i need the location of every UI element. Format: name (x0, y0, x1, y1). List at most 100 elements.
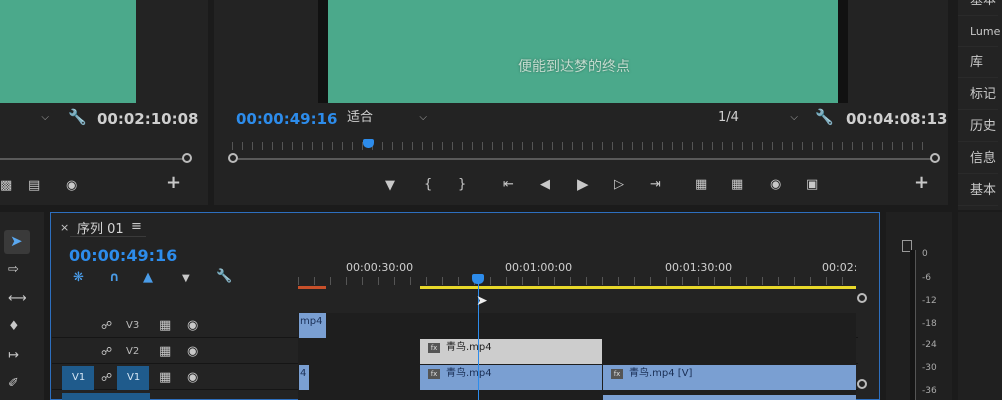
step-back-icon[interactable]: ◀ (540, 178, 550, 192)
add-marker-icon[interactable]: ▼ (182, 272, 190, 286)
ruler-tick-label: 00:01:00:00 (505, 261, 573, 274)
ruler-tick-label: 00:01:30:00 (665, 261, 733, 274)
track-name: V2 (126, 346, 140, 357)
camera-icon[interactable]: ◉ (770, 178, 781, 192)
track-name: V1 (127, 372, 141, 383)
ripple-edit-tool-icon[interactable]: ⟷ (8, 292, 27, 306)
go-to-in-icon[interactable]: ⇤ (503, 178, 514, 192)
chevron-down-icon: ⌵ (419, 112, 427, 123)
close-icon[interactable]: × (60, 221, 69, 235)
camera-icon[interactable]: ◉ (66, 179, 77, 193)
clip-v1-main[interactable]: fx 青鸟.mp4 (420, 365, 602, 390)
selection-tool-icon: ➤ (10, 232, 23, 250)
linked-selection-icon[interactable]: ▲ (143, 271, 153, 285)
program-fit-select[interactable]: 适合 ⌵ (341, 108, 433, 128)
nest-icon[interactable]: ❋ (73, 271, 84, 285)
eye-icon[interactable]: ◉ (187, 319, 198, 333)
clip-v2-selected[interactable]: fx 青鸟.mp4 (420, 339, 602, 364)
source-video-frame (0, 0, 136, 103)
meter-label: -24 (922, 340, 937, 350)
meter-label: -12 (922, 296, 937, 306)
program-time-ruler[interactable] (232, 142, 932, 150)
extract-icon[interactable]: ▦ (731, 178, 743, 192)
add-button-icon[interactable]: + (166, 174, 181, 192)
wrench-icon[interactable]: 🔧 (216, 270, 232, 284)
timeline-scroll-handle[interactable] (857, 293, 867, 303)
tab-essential-2[interactable]: 基本 (958, 176, 998, 206)
add-marker-icon[interactable]: ▼ (385, 179, 395, 193)
program-scrub-start-handle[interactable] (228, 153, 238, 163)
resolution-select-value: 1/4 (718, 110, 739, 125)
resolution-select[interactable]: 1/4 ⌵ (712, 108, 804, 128)
source-patch-label: V1 (72, 372, 86, 383)
tab-history[interactable]: 历史 (958, 112, 998, 142)
chevron-down-icon: ⌵ (790, 112, 798, 123)
timeline-scroll-handle-lower[interactable] (857, 379, 867, 389)
meter-label: -18 (922, 319, 937, 329)
compare-view-icon[interactable]: ▣ (806, 178, 818, 192)
meter-label: 0 (922, 249, 928, 259)
clip-v1-left[interactable]: 4 (299, 365, 309, 390)
render-bar-red (298, 286, 326, 289)
chevron-down-icon: ⌵ (41, 112, 49, 123)
track-select-tool-icon[interactable]: ⇨ (8, 263, 19, 277)
tab-library[interactable]: 库 (958, 48, 998, 78)
program-scrub-end-handle[interactable] (930, 153, 940, 163)
clip-label: 青鸟.mp4 (446, 342, 492, 353)
eye-icon[interactable]: ◉ (187, 345, 198, 359)
snap-icon[interactable]: ∩ (109, 271, 120, 285)
lift-icon[interactable]: ▦ (695, 178, 707, 192)
tab-markers[interactable]: 标记 (958, 80, 998, 110)
go-to-out-icon[interactable]: ⇥ (650, 178, 661, 192)
fx-badge: fx (428, 343, 440, 353)
tab-info[interactable]: 信息 (958, 144, 998, 174)
meter-track (910, 250, 916, 400)
meter-label: -6 (922, 273, 931, 283)
pen-tool-icon[interactable]: ✐ (8, 377, 19, 391)
razor-tool-icon[interactable]: ♦ (8, 320, 20, 334)
clip-label: 4 (300, 368, 307, 379)
timeline-ruler[interactable] (298, 277, 856, 285)
program-current-timecode[interactable]: 00:00:49:16 (236, 110, 338, 128)
fit-select-value: 适合 (347, 110, 374, 125)
lock-icon[interactable]: ☍ (101, 345, 112, 359)
mark-out-icon[interactable]: } (458, 178, 466, 192)
ruler-tick-label: 00:00:30:00 (346, 261, 414, 274)
source-scrub-bar[interactable] (0, 158, 184, 160)
lock-icon[interactable]: ☍ (101, 319, 112, 333)
program-scrub-bar[interactable] (238, 158, 932, 160)
wrench-icon[interactable]: 🔧 (815, 110, 834, 125)
program-playhead-marker[interactable] (363, 139, 374, 148)
wrench-icon[interactable]: 🔧 (68, 110, 87, 125)
source-zoom-select[interactable]: ⌵ (0, 108, 55, 128)
tab-lumetri[interactable]: Lume (958, 17, 1000, 47)
step-forward-icon[interactable]: ▷ (614, 178, 624, 192)
tab-essential[interactable]: 基本 (958, 0, 998, 16)
sequence-tab-title[interactable]: 序列 01 (77, 218, 124, 237)
eye-icon[interactable]: ◉ (187, 371, 198, 385)
fx-badge: fx (428, 369, 440, 379)
tab-underline (70, 236, 146, 237)
slip-tool-icon[interactable]: ↦ (8, 349, 19, 363)
film-icon[interactable]: ▦ (159, 345, 171, 359)
lock-icon[interactable]: ☍ (101, 371, 112, 385)
export-frame-icon[interactable]: ▩ (0, 179, 12, 193)
clip-label: mp4 (300, 316, 323, 327)
menu-icon[interactable]: ≡ (131, 220, 142, 234)
sequence-timecode[interactable]: 00:00:49:16 (69, 246, 177, 265)
clip-v1-right[interactable]: fx 青鸟.mp4 [V] (603, 365, 856, 390)
mouse-cursor-icon: ➤ (476, 293, 488, 309)
source-scrub-end-handle[interactable] (182, 153, 192, 163)
overwrite-icon[interactable]: ▤ (28, 179, 40, 193)
film-icon[interactable]: ▦ (159, 371, 171, 385)
right-panel-lower (958, 212, 1002, 400)
video-subtitle: 便能到达梦的终点 (518, 59, 630, 75)
film-icon[interactable]: ▦ (159, 319, 171, 333)
timeline-playhead-marker[interactable] (472, 274, 484, 284)
play-icon[interactable]: ▶ (577, 177, 589, 192)
clip-v3-left[interactable]: mp4 (299, 313, 326, 338)
right-panel: 基本 Lume 库 标记 历史 信息 基本 (958, 0, 1002, 210)
add-button-icon[interactable]: + (914, 174, 929, 192)
work-area-bar[interactable] (420, 286, 856, 289)
mark-in-icon[interactable]: { (424, 178, 432, 192)
